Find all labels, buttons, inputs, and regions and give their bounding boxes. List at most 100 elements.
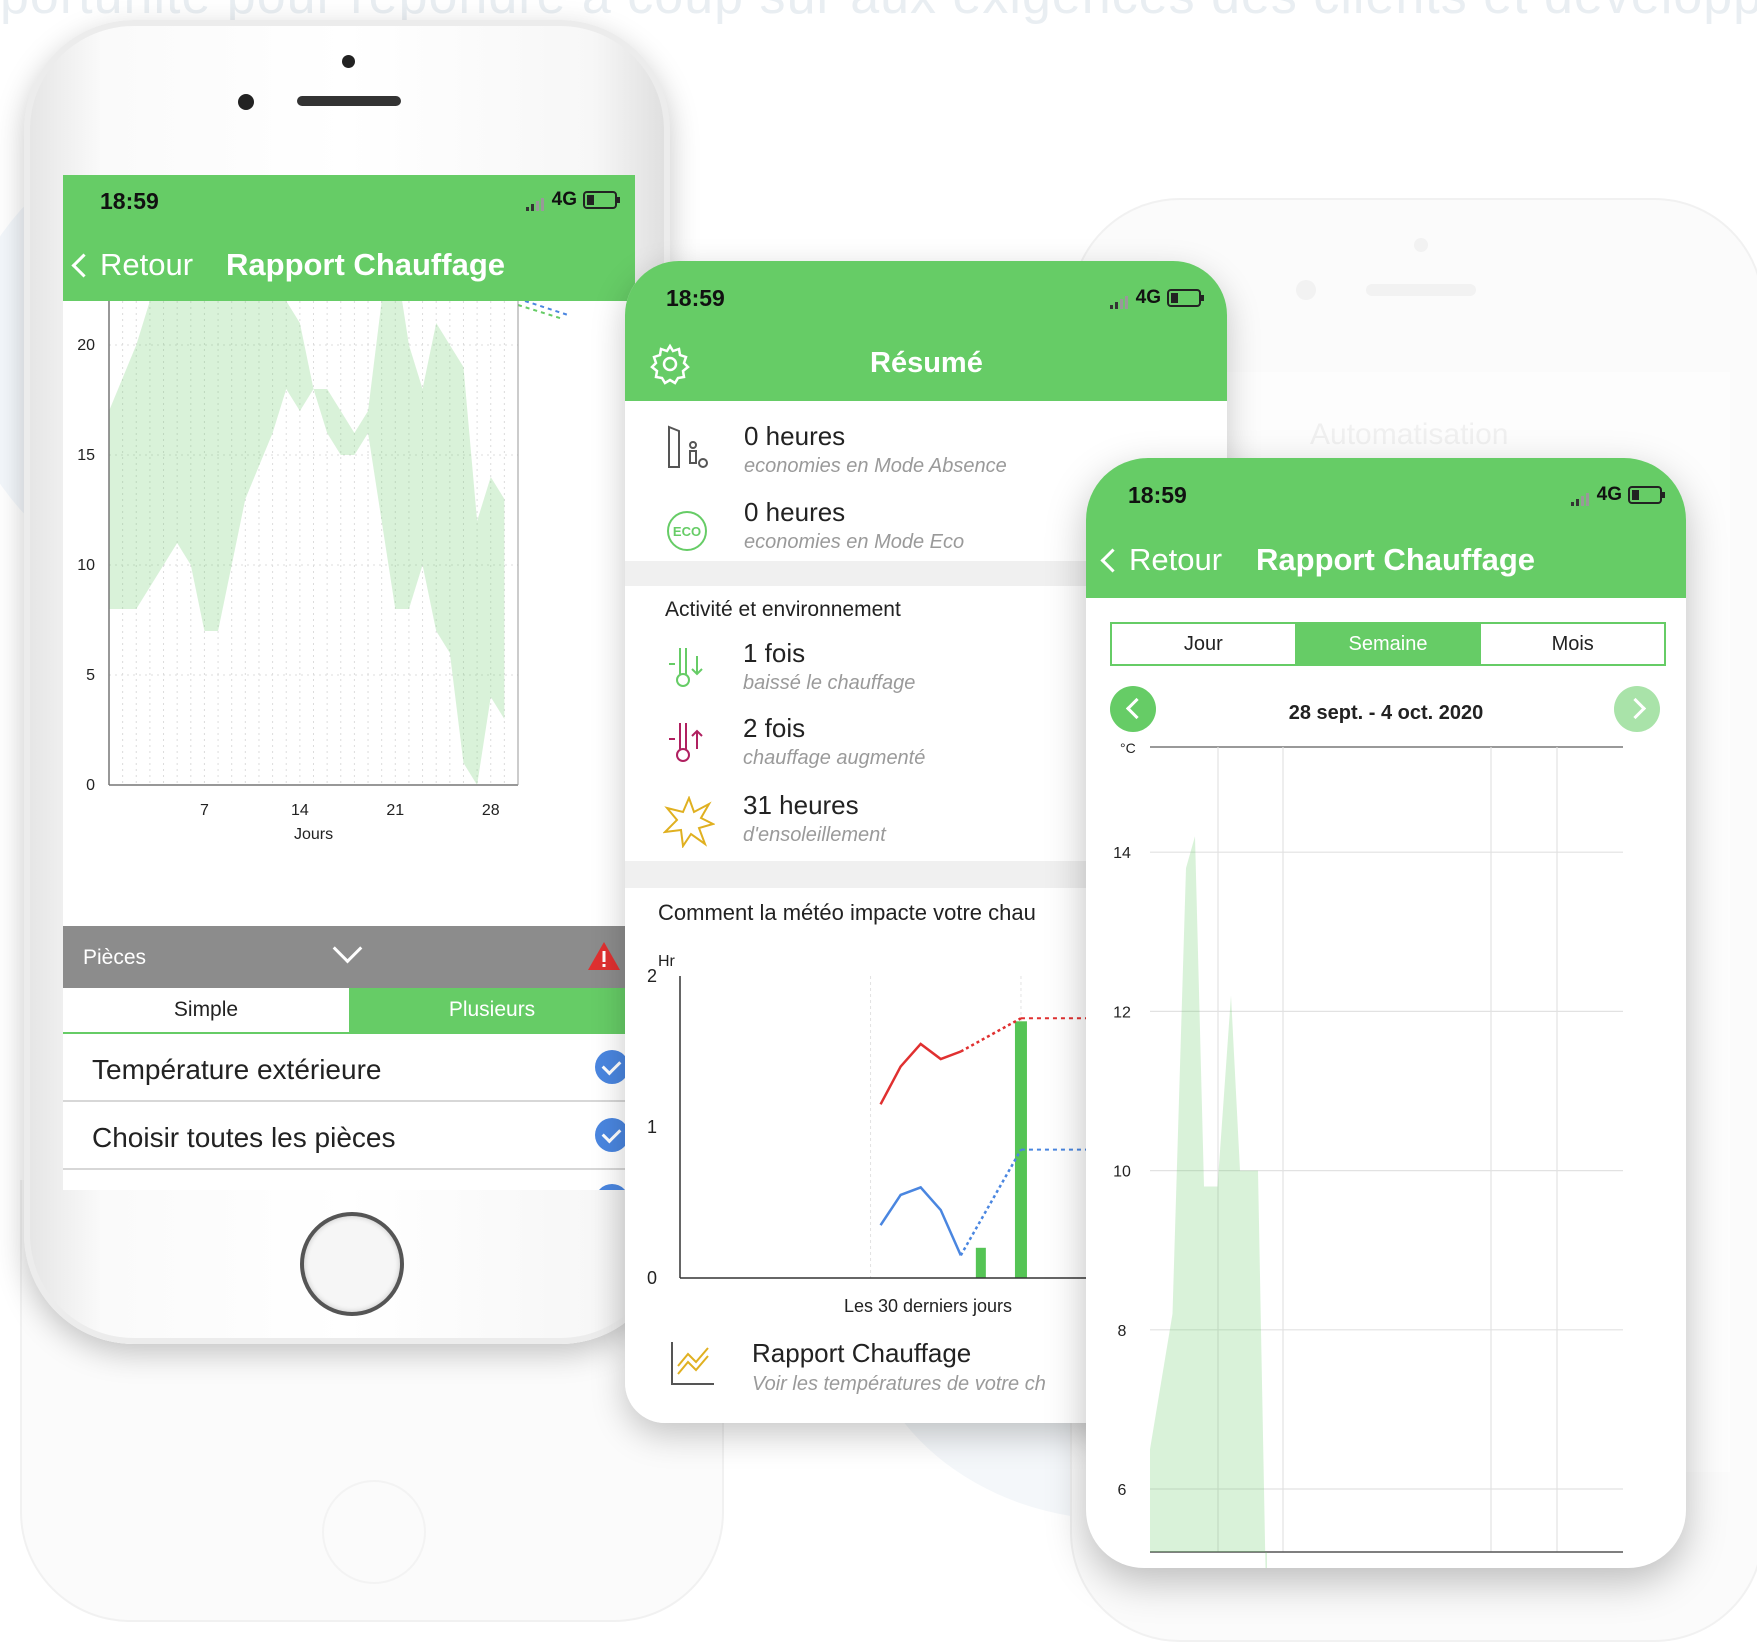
x-tick-label: 7 — [200, 802, 209, 819]
checkmark-icon[interactable] — [595, 1184, 629, 1190]
checkmark-icon[interactable] — [595, 1050, 629, 1084]
pieces-dropdown[interactable]: Pièces — [63, 926, 635, 988]
ghost-sensor-icon — [1414, 238, 1428, 252]
speaker-icon — [297, 96, 401, 106]
back-label: Retour — [100, 247, 194, 282]
heating-down-sub: baissé le chauffage — [743, 672, 916, 694]
segment-plusieurs[interactable]: Plusieurs — [349, 988, 635, 1032]
battery-icon — [583, 191, 620, 209]
report-title[interactable]: Rapport Chauffage — [752, 1338, 971, 1369]
chart-temperature-month: 0 5 10 15 20 7 14 21 28 Jours — [77, 301, 569, 843]
eco-hours: 0 heures — [744, 497, 846, 527]
y-tick-label: 10 — [77, 557, 95, 574]
series-line-red — [879, 1042, 962, 1105]
status-bar: 18:59 4G — [1086, 458, 1686, 522]
page-title: Rapport Chauffage — [226, 247, 505, 282]
list-item[interactable]: Température extérieure — [63, 1034, 635, 1102]
y-tick-label: 15 — [77, 447, 95, 464]
chart-temperature-week: °C6810121416182022 — [1113, 740, 1623, 1568]
page-title: Résumé — [870, 347, 983, 379]
series-dashed-red — [960, 1017, 1022, 1053]
y-tick-label: 1 — [647, 1117, 657, 1137]
eco-sub: economies en Mode Eco — [744, 531, 965, 553]
eco-icon: ECO — [667, 511, 707, 551]
ghost-label: Automatisation — [1310, 418, 1509, 451]
thermometer-up-icon — [669, 723, 703, 762]
pieces-label: Pièces — [83, 946, 147, 969]
activity-title: Activité et environnement — [665, 598, 901, 621]
date-range: 28 sept. - 4 oct. 2020 — [1288, 702, 1484, 724]
sensor-icon — [342, 55, 355, 68]
gear-icon[interactable] — [649, 343, 691, 385]
sun-icon — [663, 796, 715, 848]
report-chart-icon — [671, 1342, 714, 1385]
signal-icon — [1570, 484, 1591, 506]
x-tick-label: 28 — [482, 802, 500, 819]
battery-icon — [1628, 486, 1665, 504]
series-line-blue — [879, 1185, 962, 1256]
y-axis-label: Hr — [658, 953, 676, 970]
network-label: 4G — [1596, 484, 1622, 505]
warning-icon[interactable] — [587, 940, 621, 972]
back-button[interactable]: Retour — [71, 247, 194, 283]
next-week-button[interactable] — [1614, 686, 1660, 732]
weather-title: Comment la météo impacte votre chau — [658, 900, 1036, 925]
report-sub: Voir les températures de votre ch — [752, 1373, 1046, 1395]
signal-icon — [1109, 287, 1130, 309]
x-tick-label: 21 — [386, 802, 404, 819]
checkmark-icon[interactable] — [595, 1118, 629, 1152]
back-label: Retour — [1129, 542, 1223, 577]
home-button[interactable] — [300, 1212, 404, 1316]
thermometer-down-icon — [669, 648, 703, 687]
y-tick-label: 5 — [86, 667, 95, 684]
absence-icon — [668, 425, 708, 468]
y-tick-label: 2 — [647, 966, 657, 986]
back-button[interactable]: Retour — [1100, 542, 1223, 578]
x-tick-label: 14 — [291, 802, 309, 819]
y-tick-label: 6 — [1118, 1482, 1127, 1499]
chevron-left-icon — [1100, 547, 1125, 573]
ghost-speaker-icon — [1366, 284, 1476, 296]
front-camera-icon — [238, 94, 254, 110]
list-item[interactable]: Choisir toutes les pièces — [63, 1102, 635, 1170]
y-axis-label: °C — [1120, 740, 1136, 756]
heating-up-sub: chauffage augmenté — [743, 747, 926, 769]
x-axis-label: Les 30 derniers jours — [844, 1296, 1012, 1316]
segment-jour[interactable]: Jour — [1112, 624, 1297, 664]
sunshine-sub: d'ensoleillement — [743, 824, 886, 846]
y-tick-label: 0 — [86, 777, 95, 794]
segment-mois[interactable]: Mois — [1481, 624, 1665, 664]
status-time: 18:59 — [666, 285, 725, 311]
network-label: 4G — [1135, 287, 1161, 308]
period-segment-control: Jour Semaine Mois — [1110, 622, 1666, 666]
temperature-range-area — [109, 301, 505, 785]
status-time: 18:59 — [100, 188, 159, 214]
page-title: Rapport Chauffage — [1256, 542, 1535, 577]
temperature-area — [1150, 836, 1267, 1568]
x-axis-label: Jours — [294, 826, 333, 843]
phone-right: 18:59 4G Retour Rapport Chauffage Jour S… — [1086, 458, 1686, 1568]
chevron-left-icon — [71, 252, 96, 278]
network-label: 4G — [551, 189, 577, 210]
nav-bar: Retour Rapport Chauffage — [63, 227, 635, 301]
ghost-camera-icon — [1296, 280, 1316, 300]
status-time: 18:59 — [1128, 482, 1187, 508]
sunshine-hours: 31 heures — [743, 790, 859, 820]
row-label: Température extérieure — [92, 1054, 382, 1085]
eco-icon-label: ECO — [672, 523, 702, 539]
segment-simple[interactable]: Simple — [63, 988, 349, 1032]
battery-icon — [1167, 289, 1204, 307]
screen-left: 18:59 4G Retour Rapport Chauffage 0 5 10 15… — [63, 175, 635, 1190]
absence-sub: economies en Mode Absence — [744, 455, 1007, 477]
heating-up-count: 2 fois — [743, 713, 806, 743]
list-item[interactable] — [63, 1170, 635, 1190]
y-tick-label: 20 — [77, 337, 95, 354]
row-label: Choisir toutes les pièces — [92, 1122, 396, 1153]
dashed-line-blue — [524, 301, 569, 316]
nav-bar: Résumé — [625, 325, 1227, 401]
ghost-home-button-icon — [322, 1480, 426, 1584]
y-tick-label: 10 — [1113, 1164, 1131, 1181]
segment-semaine[interactable]: Semaine — [1296, 624, 1482, 664]
series-dashed-blue — [959, 1149, 1023, 1256]
nav-bar: Retour Rapport Chauffage — [1086, 522, 1686, 598]
